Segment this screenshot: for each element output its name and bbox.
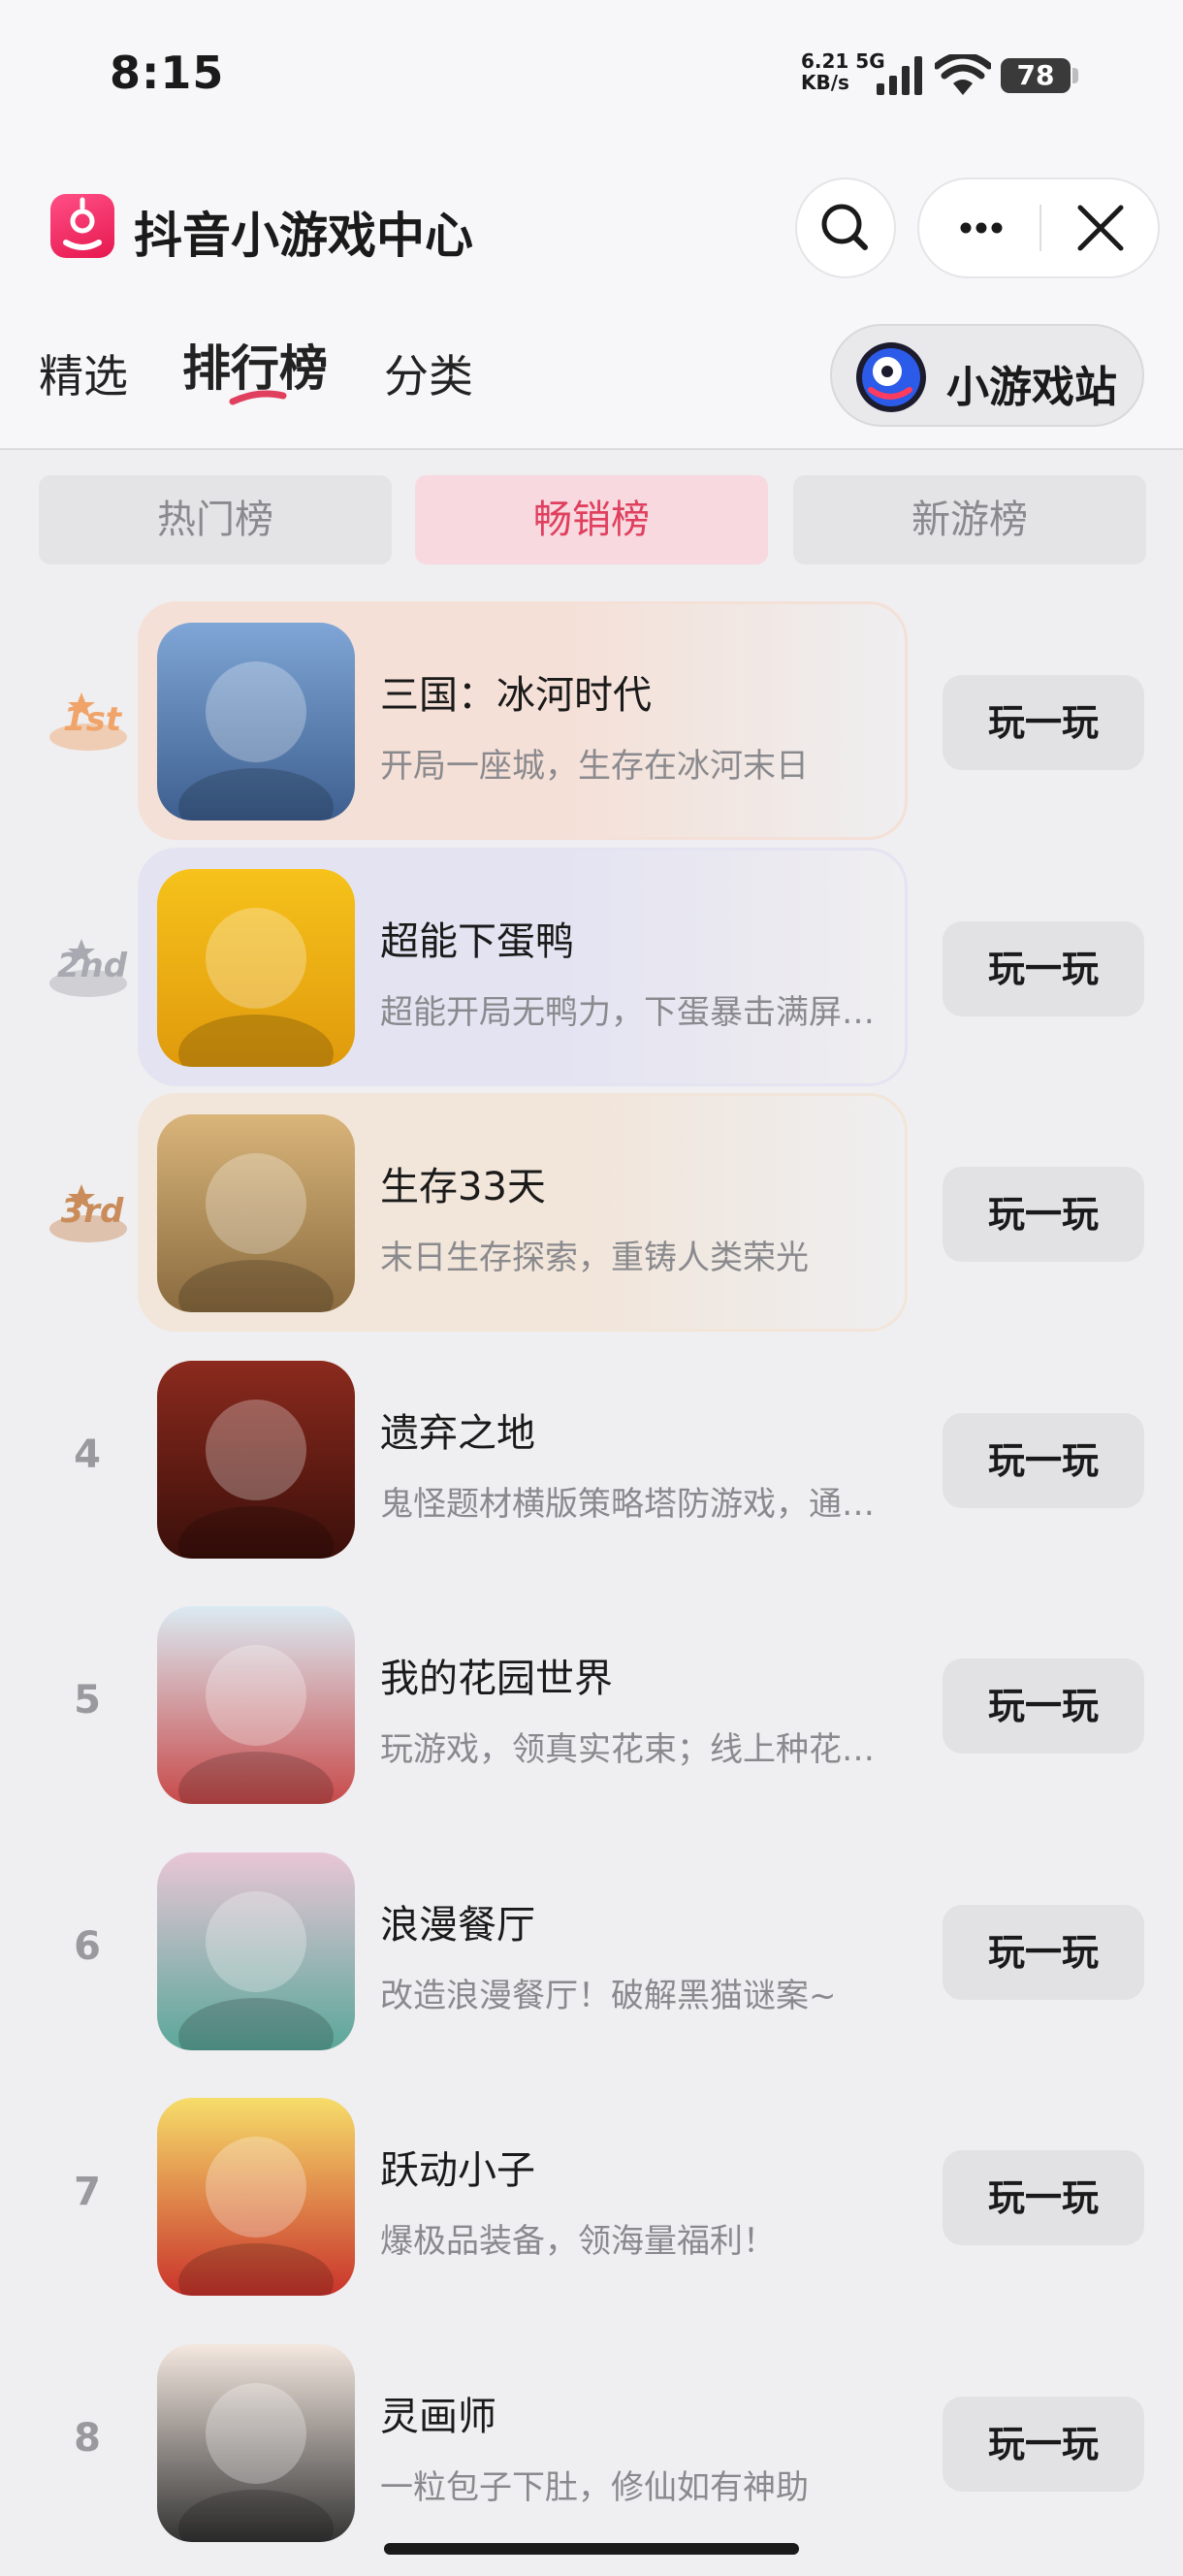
- play-button[interactable]: 玩一玩: [943, 920, 1144, 1016]
- game-row[interactable]: 7 跃动小子爆极品装备，领海量福利！ 玩一玩: [0, 2077, 1183, 2319]
- game-icon[interactable]: [157, 1852, 355, 2050]
- subtab-hot[interactable]: 热门榜: [39, 475, 392, 564]
- play-button[interactable]: 玩一玩: [943, 1412, 1144, 1508]
- game-icon[interactable]: [157, 1114, 355, 1312]
- game-icon[interactable]: [157, 868, 355, 1067]
- signal-icon: [877, 56, 922, 95]
- game-description: 玩游戏，领真实花束；线上种花线下收花: [380, 1730, 894, 1769]
- tab-category[interactable]: 分类: [384, 341, 473, 405]
- play-button[interactable]: 玩一玩: [943, 675, 1144, 770]
- net-speed: 6.21 5G KB/s: [801, 50, 885, 93]
- rank-number: 8: [74, 2415, 101, 2461]
- tab-active-indicator: [229, 390, 287, 405]
- battery-tip: [1072, 68, 1078, 83]
- play-button[interactable]: 玩一玩: [943, 2396, 1144, 2492]
- header-divider: [0, 448, 1183, 450]
- rank-number: 4: [74, 1432, 101, 1477]
- game-icon[interactable]: [157, 1360, 355, 1559]
- game-row[interactable]: 3rd 生存33天末日生存探索，重铸人类荣光 玩一玩: [0, 1093, 1183, 1336]
- game-name: 灵画师: [380, 2394, 496, 2439]
- game-name: 浪漫餐厅: [380, 1902, 535, 1948]
- rank-label: 2nd: [56, 946, 128, 985]
- game-icon[interactable]: [157, 2343, 355, 2542]
- more-dots-icon: [960, 222, 1003, 234]
- game-row[interactable]: 1st 三国：冰河时代开局一座城，生存在冰河末日 玩一玩: [0, 601, 1183, 844]
- app-logo-icon: [50, 194, 114, 258]
- net-speed-value: 6.21 5G: [801, 49, 885, 73]
- rank-label: 1st: [62, 700, 122, 739]
- home-indicator: [384, 2543, 799, 2555]
- mini-program-capsule: [917, 177, 1160, 278]
- game-name: 生存33天: [380, 1165, 546, 1209]
- subtab-new[interactable]: 新游榜: [793, 475, 1146, 564]
- wifi-icon: [935, 54, 991, 95]
- play-button[interactable]: 玩一玩: [943, 1904, 1144, 2000]
- more-button[interactable]: [919, 179, 1039, 276]
- game-row[interactable]: 2nd 超能下蛋鸭超能开局无鸭力，下蛋暴击满屏金币！ 玩一玩: [0, 847, 1183, 1090]
- game-description: 末日生存探索，重铸人类荣光: [380, 1239, 809, 1277]
- rank-number: 6: [74, 1923, 101, 1969]
- play-button[interactable]: 玩一玩: [943, 1167, 1144, 1262]
- game-description: 开局一座城，生存在冰河末日: [380, 747, 809, 786]
- game-row[interactable]: 6 浪漫餐厅改造浪漫餐厅！破解黑猫谜案~ 玩一玩: [0, 1831, 1183, 2074]
- game-name: 遗弃之地: [380, 1410, 535, 1456]
- rank-number: 5: [74, 1678, 101, 1723]
- mini-game-station-button[interactable]: 小游戏站: [830, 324, 1144, 427]
- game-icon[interactable]: [157, 2098, 355, 2296]
- game-description: 超能开局无鸭力，下蛋暴击满屏金币！: [380, 992, 894, 1032]
- game-description: 改造浪漫餐厅！破解黑猫谜案~: [380, 1976, 837, 2015]
- game-row[interactable]: 4 遗弃之地鬼怪题材横版策略塔防游戏，通关获得奖励 玩一玩: [0, 1339, 1183, 1582]
- game-description: 爆极品装备，领海量福利！: [380, 2222, 776, 2261]
- status-bar: 8:15 6.21 5G KB/s 78: [0, 0, 1183, 155]
- game-name: 超能下蛋鸭: [380, 918, 574, 964]
- net-speed-unit: KB/s: [801, 71, 849, 94]
- rank-label: 3rd: [60, 1192, 124, 1231]
- play-button[interactable]: 玩一玩: [943, 1658, 1144, 1754]
- game-icon[interactable]: [157, 1606, 355, 1804]
- search-button[interactable]: [795, 177, 896, 278]
- game-name: 我的花园世界: [380, 1657, 613, 1701]
- status-time: 8:15: [110, 47, 225, 99]
- close-icon: [1077, 205, 1124, 251]
- game-description: 一粒包子下肚，修仙如有神助: [380, 2467, 809, 2507]
- game-icon[interactable]: [157, 623, 355, 821]
- tab-featured[interactable]: 精选: [39, 341, 128, 405]
- subtab-bestseller[interactable]: 畅销榜: [415, 475, 768, 564]
- game-row[interactable]: 5 我的花园世界玩游戏，领真实花束；线上种花线下收花 玩一玩: [0, 1585, 1183, 1827]
- page-title: 抖音小游戏中心: [134, 208, 473, 264]
- station-logo-icon: [856, 342, 926, 412]
- game-name: 跃动小子: [380, 2148, 535, 2193]
- station-label: 小游戏站: [946, 363, 1117, 412]
- close-button[interactable]: [1041, 179, 1160, 276]
- play-button[interactable]: 玩一玩: [943, 2150, 1144, 2245]
- game-description: 鬼怪题材横版策略塔防游戏，通关获得奖励: [380, 1484, 894, 1524]
- rank-number: 7: [74, 2170, 101, 2214]
- search-icon: [821, 204, 868, 250]
- battery-level: 78: [1001, 58, 1071, 93]
- game-name: 三国：冰河时代: [380, 673, 652, 718]
- game-row[interactable]: 8 灵画师一粒包子下肚，修仙如有神助 玩一玩: [0, 2323, 1183, 2565]
